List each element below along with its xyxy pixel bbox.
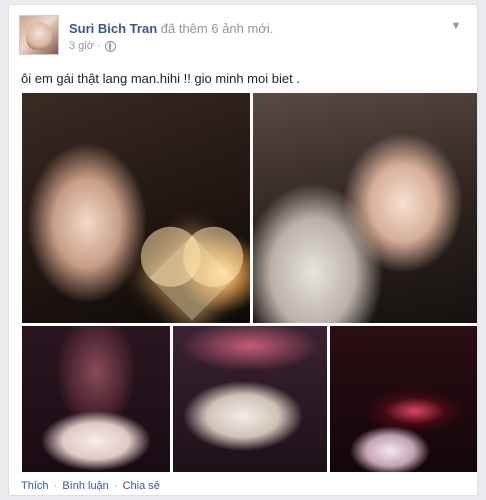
author-line: Suri Bich Tran đã thêm 6 ảnh mới. — [69, 21, 273, 36]
like-link[interactable]: Thích — [21, 480, 49, 492]
photo-1[interactable] — [22, 93, 250, 323]
photo-5[interactable] — [330, 326, 477, 472]
share-link[interactable]: Chia sẻ — [123, 480, 160, 492]
post-header: Suri Bich Tran đã thêm 6 ảnh mới. 3 giờ … — [19, 15, 467, 59]
feed-post-card: Suri Bich Tran đã thêm 6 ảnh mới. 3 giờ … — [8, 4, 478, 496]
post-body-text: ôi em gái thật lang man.hihi !! gio minh… — [21, 71, 300, 86]
post-meta: 3 giờ · — [69, 40, 116, 52]
post-action-text: đã thêm 6 ảnh mới. — [160, 21, 274, 36]
chevron-down-icon[interactable]: ▼ — [449, 19, 463, 33]
photo-4[interactable] — [173, 326, 327, 472]
action-separator: · — [53, 480, 58, 492]
photo-2[interactable] — [253, 93, 477, 323]
post-timestamp[interactable]: 3 giờ · — [69, 40, 101, 52]
avatar-face — [26, 22, 52, 50]
author-name-link[interactable]: Suri Bich Tran — [69, 21, 157, 36]
candle-heart-shape — [149, 235, 235, 321]
comment-link[interactable]: Bình luận — [62, 480, 108, 492]
globe-icon[interactable] — [104, 40, 116, 52]
action-separator: · — [113, 480, 118, 492]
post-actions: Thích · Bình luận · Chia sẻ — [21, 480, 160, 492]
photo-3[interactable] — [22, 326, 170, 472]
author-avatar[interactable] — [19, 15, 59, 55]
